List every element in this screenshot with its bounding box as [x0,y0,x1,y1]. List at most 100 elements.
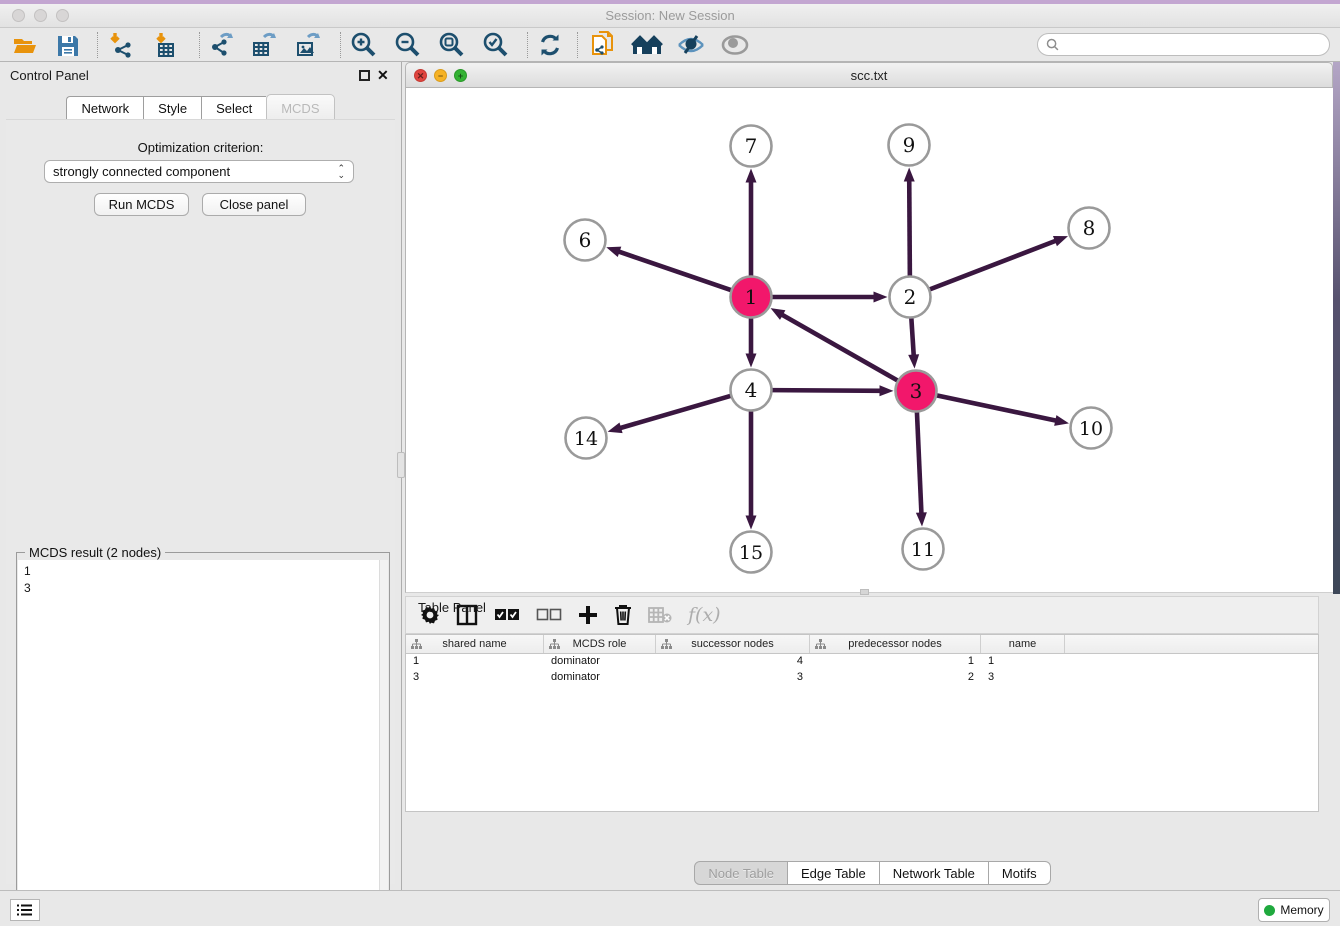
select-all-columns-icon[interactable] [494,608,520,622]
close-panel-icon[interactable]: ✕ [377,70,389,81]
table-cell[interactable]: 3 [406,670,544,686]
status-bar: Memory [0,890,1340,926]
memory-status-icon [1264,905,1275,916]
mcds-result-text[interactable]: 1 3 [18,560,380,926]
search-field[interactable] [1037,33,1330,56]
zoom-in-icon[interactable] [346,30,380,60]
table-row[interactable]: 3dominator323 [406,670,1318,686]
export-network-icon[interactable] [204,30,238,60]
table-cell[interactable]: 2 [810,670,981,686]
column-header-name[interactable]: name [981,635,1065,653]
vertical-splitter-grip[interactable] [397,452,405,478]
node-table[interactable]: shared name MCDS rolesuccessor nodes prede… [405,634,1319,812]
table-cell[interactable]: 3 [981,670,1065,686]
network-canvas[interactable]: 7968124314101511 [405,88,1333,593]
edge-4-14[interactable] [619,396,731,429]
refresh-icon[interactable] [533,30,567,60]
edge-4-3[interactable] [771,390,881,391]
export-image-icon[interactable] [291,30,325,60]
show-panel-eye-icon[interactable] [718,30,752,60]
run-mcds-button[interactable]: Run MCDS [94,193,189,216]
edge-2-9[interactable] [909,179,910,276]
table-cell[interactable]: 3 [656,670,810,686]
zoom-selected-icon[interactable] [478,30,512,60]
edge-3-11[interactable] [917,411,922,514]
save-session-icon[interactable] [50,30,84,60]
edge-arrowhead [874,292,888,303]
search-input[interactable] [1063,38,1329,52]
delete-table-icon[interactable] [648,606,672,624]
tab-style[interactable]: Style [143,96,201,121]
optimization-criterion-select[interactable]: strongly connected component ⌃⌄ [44,160,354,183]
edge-2-8[interactable] [929,240,1057,289]
table-cell[interactable]: 4 [656,654,810,670]
edge-1-6[interactable] [618,251,732,290]
column-header-label: predecessor nodes [848,638,942,650]
column-header-predecessor-nodes[interactable]: predecessor nodes [810,635,981,653]
edge-3-10[interactable] [936,395,1057,421]
float-panel-icon[interactable] [359,70,370,81]
node-label-7: 7 [745,134,758,158]
task-history-button[interactable] [10,899,40,921]
close-panel-button[interactable]: Close panel [202,193,306,216]
node-label-10: 10 [1079,418,1103,440]
column-header-shared-name[interactable]: shared name [406,635,544,653]
hide-panel-eye-icon[interactable] [674,30,708,60]
node-table-body: 1dominator4113dominator323 [406,654,1318,686]
horizontal-splitter-grip[interactable] [860,589,869,595]
node-label-15: 15 [739,542,763,564]
import-network-icon[interactable] [104,30,138,60]
edge-arrowhead [904,167,915,181]
control-panel: Control Panel ✕ NetworkStyleSelectMCDS O… [0,62,401,890]
table-cell[interactable]: dominator [544,654,656,670]
function-builder-icon[interactable]: f(x) [688,604,721,626]
tab-node-table[interactable]: Node Table [694,861,788,885]
application-window: Session: New Session [0,0,1340,926]
open-session-icon[interactable] [8,30,42,60]
delete-columns-trash-icon[interactable] [614,604,632,626]
window-titlebar[interactable]: Session: New Session [0,4,1340,28]
memory-button[interactable]: Memory [1258,898,1330,922]
column-header-successor-nodes[interactable]: successor nodes [656,635,810,653]
column-header-label: shared name [442,638,506,650]
unselect-all-columns-icon[interactable] [536,608,562,622]
mcds-tab-content: Optimization criterion: strongly connect… [6,119,395,884]
edge-2-3[interactable] [911,317,913,356]
tab-network[interactable]: Network [66,96,143,121]
control-panel-title: Control Panel [10,68,89,83]
zoom-out-icon[interactable] [390,30,424,60]
import-table-icon[interactable] [149,30,183,60]
column-header-MCDS-role[interactable]: MCDS role [544,635,656,653]
tab-edge-table[interactable]: Edge Table [788,861,880,885]
mcds-result-scrollbar[interactable] [379,560,388,926]
mcds-result-group-title: MCDS result (2 nodes) [25,545,165,560]
edge-arrowhead [1054,415,1069,426]
table-cell[interactable]: 1 [406,654,544,670]
edge-arrowhead [606,247,621,257]
edge-3-1[interactable] [781,314,898,381]
network-window-title: scc.txt [406,68,1332,83]
table-row[interactable]: 1dominator411 [406,654,1318,670]
tab-motifs[interactable]: Motifs [989,861,1051,885]
add-column-icon[interactable] [578,605,598,625]
hierarchy-icon [411,639,422,649]
select-stepper-icon: ⌃⌄ [337,165,345,179]
open-ndex-icon[interactable] [630,30,664,60]
table-cell[interactable]: dominator [544,670,656,686]
tab-mcds[interactable]: MCDS [266,94,334,121]
edge-arrowhead [608,423,623,434]
edge-arrowhead [746,169,757,183]
edge-arrowhead [746,516,757,530]
clone-network-icon[interactable] [586,30,620,60]
node-label-9: 9 [903,133,916,157]
node-label-1: 1 [745,285,758,309]
tab-network-table[interactable]: Network Table [880,861,989,885]
fit-content-icon[interactable] [434,30,468,60]
table-cell[interactable]: 1 [810,654,981,670]
network-graph[interactable]: 7968124314101511 [406,88,1332,591]
table-cell[interactable]: 1 [981,654,1065,670]
window-title: Session: New Session [0,8,1340,23]
export-table-icon[interactable] [247,30,281,60]
network-window-titlebar[interactable]: ✕ − + scc.txt [405,62,1333,88]
tab-select[interactable]: Select [201,96,266,121]
